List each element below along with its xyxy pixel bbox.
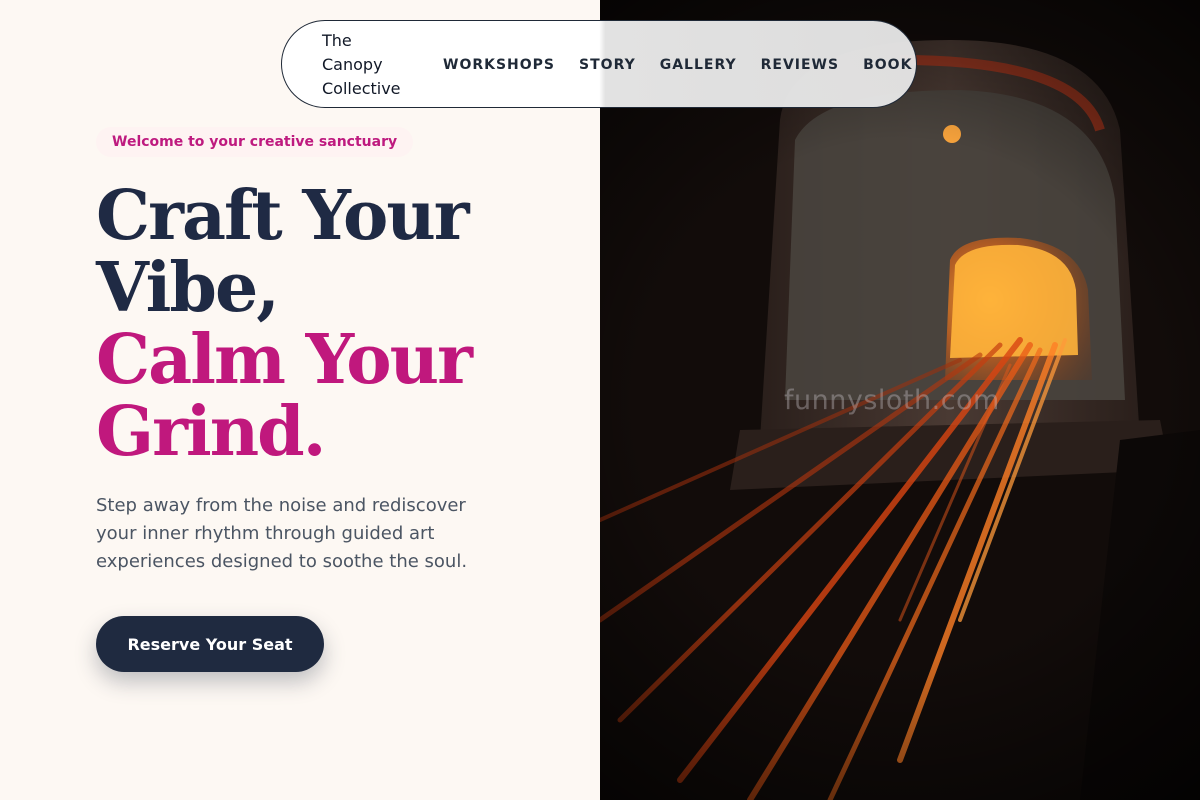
nav-links: WORKSHOPS STORY GALLERY REVIEWS BOOK [443, 21, 912, 109]
page: funnysloth.com The Canopy Collective WOR… [0, 0, 1200, 800]
nav-link-story[interactable]: STORY [579, 57, 636, 73]
reserve-seat-button[interactable]: Reserve Your Seat [96, 616, 324, 672]
nav-link-workshops[interactable]: WORKSHOPS [443, 57, 555, 73]
brand-logo-text[interactable]: The Canopy Collective [322, 29, 422, 101]
headline-line-3: Calm Your [96, 320, 473, 400]
brand-name-line2: Canopy [322, 55, 383, 74]
welcome-badge: Welcome to your creative sanctuary [96, 127, 414, 157]
brand-name-line3: Collective [322, 79, 401, 98]
nav-link-reviews[interactable]: REVIEWS [761, 57, 839, 73]
nav-link-gallery[interactable]: GALLERY [660, 57, 737, 73]
headline-line-4: Grind. [96, 392, 326, 472]
hero-description: Step away from the noise and rediscover … [96, 495, 468, 572]
brand-name-line1: The [322, 31, 352, 50]
headline-line-2: Vibe, [96, 248, 280, 328]
hero-headline: Craft Your Vibe, Calm Your Grind. [96, 180, 576, 468]
headline-line-1: Craft Your [96, 176, 470, 256]
watermark-text: funnysloth.com [784, 385, 1000, 416]
nav-link-book[interactable]: BOOK [863, 57, 912, 73]
top-nav: The Canopy Collective WORKSHOPS STORY GA… [281, 20, 917, 108]
